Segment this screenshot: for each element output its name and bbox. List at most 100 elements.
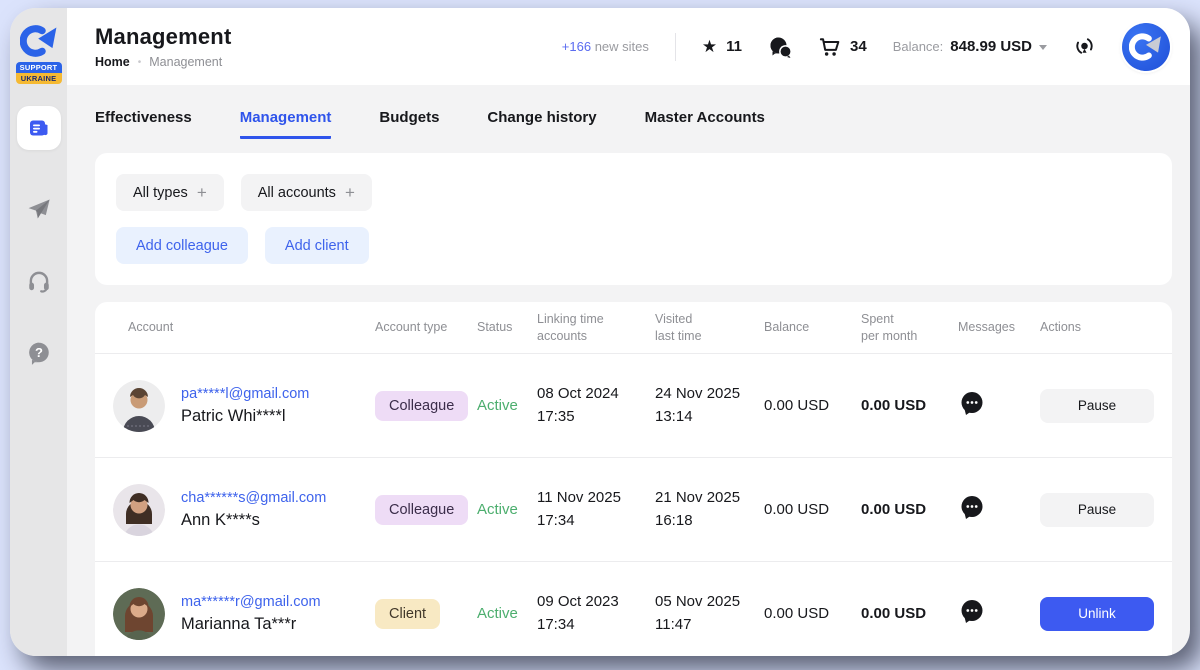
col-linking-time: Linking time accounts bbox=[537, 311, 655, 345]
messages-cell bbox=[958, 494, 1040, 526]
table-row: ma******r@gmail.com Marianna Ta***r Clie… bbox=[95, 562, 1172, 656]
pause-button[interactable]: Pause bbox=[1040, 493, 1154, 527]
account-type-cell: Client bbox=[375, 599, 477, 629]
breadcrumb-home-link[interactable]: Home bbox=[95, 55, 130, 69]
new-sites-label: new sites bbox=[595, 39, 649, 54]
star-icon: ★ bbox=[702, 38, 717, 55]
status-badge: Active bbox=[477, 397, 537, 414]
user-avatar[interactable] bbox=[1122, 23, 1170, 71]
main-area: Management Home • Management +166 new si… bbox=[67, 8, 1190, 656]
unlink-button[interactable]: Unlink bbox=[1040, 597, 1154, 631]
type-badge: Client bbox=[375, 599, 440, 629]
support-label: SUPPORT bbox=[16, 62, 62, 73]
message-bubble-icon[interactable] bbox=[958, 390, 985, 417]
visited-time: 24 Nov 2025 13:14 bbox=[655, 383, 764, 428]
topbar-right: +166 new sites ★ 11 bbox=[562, 23, 1170, 71]
balance-value: 0.00 USD bbox=[764, 501, 861, 518]
account-identity: ma******r@gmail.com Marianna Ta***r bbox=[181, 594, 321, 634]
messages-cell bbox=[958, 390, 1040, 422]
balance-value: 0.00 USD bbox=[764, 605, 861, 622]
headphones-icon[interactable] bbox=[26, 268, 52, 294]
all-types-filter[interactable]: All types + bbox=[116, 174, 224, 211]
svg-text:?: ? bbox=[35, 345, 43, 360]
tab-effectiveness[interactable]: Effectiveness bbox=[95, 109, 192, 139]
tab-master-accounts[interactable]: Master Accounts bbox=[645, 109, 765, 139]
spent-value: 0.00 USD bbox=[861, 605, 958, 622]
linking-time: 09 Oct 2023 17:34 bbox=[537, 591, 655, 636]
cart-count: 34 bbox=[850, 38, 867, 55]
new-sites-link[interactable]: +166 new sites bbox=[562, 39, 649, 54]
filter-row-actions: Add colleague Add client bbox=[116, 227, 1151, 264]
spent-value: 0.00 USD bbox=[861, 501, 958, 518]
favorites-count: 11 bbox=[726, 38, 742, 55]
account-type-cell: Colleague bbox=[375, 495, 477, 525]
support-ukraine-badge: SUPPORT UKRAINE bbox=[16, 62, 62, 84]
breadcrumb: Home • Management bbox=[95, 55, 231, 69]
avatar-logo-icon bbox=[1129, 30, 1163, 64]
linking-time: 11 Nov 2025 17:34 bbox=[537, 487, 655, 532]
visited-time: 05 Nov 2025 11:47 bbox=[655, 591, 764, 636]
chevron-down-icon bbox=[1039, 45, 1047, 50]
filter-row-selectors: All types + All accounts + bbox=[116, 174, 1151, 211]
message-bubble-icon[interactable] bbox=[958, 494, 985, 521]
pause-button[interactable]: Pause bbox=[1040, 389, 1154, 423]
col-spent: Spent per month bbox=[861, 311, 958, 345]
account-name: Marianna Ta***r bbox=[181, 615, 321, 634]
account-cell: ma******r@gmail.com Marianna Ta***r bbox=[113, 588, 375, 640]
tab-change-history[interactable]: Change history bbox=[487, 109, 596, 139]
status-badge: Active bbox=[477, 501, 537, 518]
balance-value: 0.00 USD bbox=[764, 397, 861, 414]
account-identity: cha******s@gmail.com Ann K****s bbox=[181, 490, 326, 530]
all-accounts-filter[interactable]: All accounts + bbox=[241, 174, 372, 211]
avatar bbox=[113, 484, 165, 536]
title-block: Management Home • Management bbox=[95, 24, 231, 69]
account-email[interactable]: ma******r@gmail.com bbox=[181, 594, 321, 610]
balance-dropdown[interactable]: Balance: 848.99 USD bbox=[893, 38, 1047, 55]
message-bubble-icon[interactable] bbox=[958, 598, 985, 625]
sidebar: SUPPORT UKRAINE ? bbox=[10, 8, 67, 656]
col-account: Account bbox=[113, 319, 375, 336]
brand-logo-icon[interactable] bbox=[20, 22, 58, 60]
notification-bell-icon[interactable] bbox=[1073, 35, 1096, 58]
account-email[interactable]: pa*****l@gmail.com bbox=[181, 386, 309, 402]
chat-bubbles-icon[interactable] bbox=[768, 35, 792, 59]
cart-icon bbox=[818, 35, 841, 58]
table-header-row: Account Account type Status Linking time… bbox=[95, 302, 1172, 354]
visited-time: 21 Nov 2025 16:18 bbox=[655, 487, 764, 532]
topbar-divider bbox=[675, 33, 676, 61]
spent-value: 0.00 USD bbox=[861, 397, 958, 414]
breadcrumb-separator: • bbox=[138, 57, 142, 68]
all-types-label: All types bbox=[133, 185, 188, 201]
col-visited: Visited last time bbox=[655, 311, 764, 345]
news-icon bbox=[27, 116, 51, 140]
help-bubble-icon[interactable]: ? bbox=[26, 340, 52, 366]
account-cell: cha******s@gmail.com Ann K****s bbox=[113, 484, 375, 536]
table-row: pa*****l@gmail.com Patric Whi****l Colle… bbox=[95, 354, 1172, 458]
send-plane-icon[interactable] bbox=[26, 196, 52, 222]
add-colleague-button[interactable]: Add colleague bbox=[116, 227, 248, 264]
account-name: Ann K****s bbox=[181, 511, 326, 530]
account-type-cell: Colleague bbox=[375, 391, 477, 421]
favorites-stat[interactable]: ★ 11 bbox=[702, 38, 742, 55]
type-badge: Colleague bbox=[375, 495, 468, 525]
col-messages: Messages bbox=[958, 319, 1040, 336]
col-status: Status bbox=[477, 319, 537, 336]
cart-stat[interactable]: 34 bbox=[818, 35, 867, 58]
plus-icon: + bbox=[197, 183, 207, 203]
col-account-type: Account type bbox=[375, 319, 477, 336]
account-identity: pa*****l@gmail.com Patric Whi****l bbox=[181, 386, 309, 426]
status-badge: Active bbox=[477, 605, 537, 622]
account-name: Patric Whi****l bbox=[181, 407, 309, 426]
sidebar-item-news[interactable] bbox=[17, 106, 61, 150]
actions-cell: Pause bbox=[1040, 493, 1154, 527]
filter-card: All types + All accounts + Add colleague… bbox=[95, 153, 1172, 285]
all-accounts-label: All accounts bbox=[258, 185, 336, 201]
plus-icon: + bbox=[345, 183, 355, 203]
table-row: cha******s@gmail.com Ann K****s Colleagu… bbox=[95, 458, 1172, 562]
tab-management[interactable]: Management bbox=[240, 109, 332, 139]
tab-budgets[interactable]: Budgets bbox=[379, 109, 439, 139]
add-client-button[interactable]: Add client bbox=[265, 227, 369, 264]
account-email[interactable]: cha******s@gmail.com bbox=[181, 490, 326, 506]
avatar bbox=[113, 588, 165, 640]
avatar bbox=[113, 380, 165, 432]
